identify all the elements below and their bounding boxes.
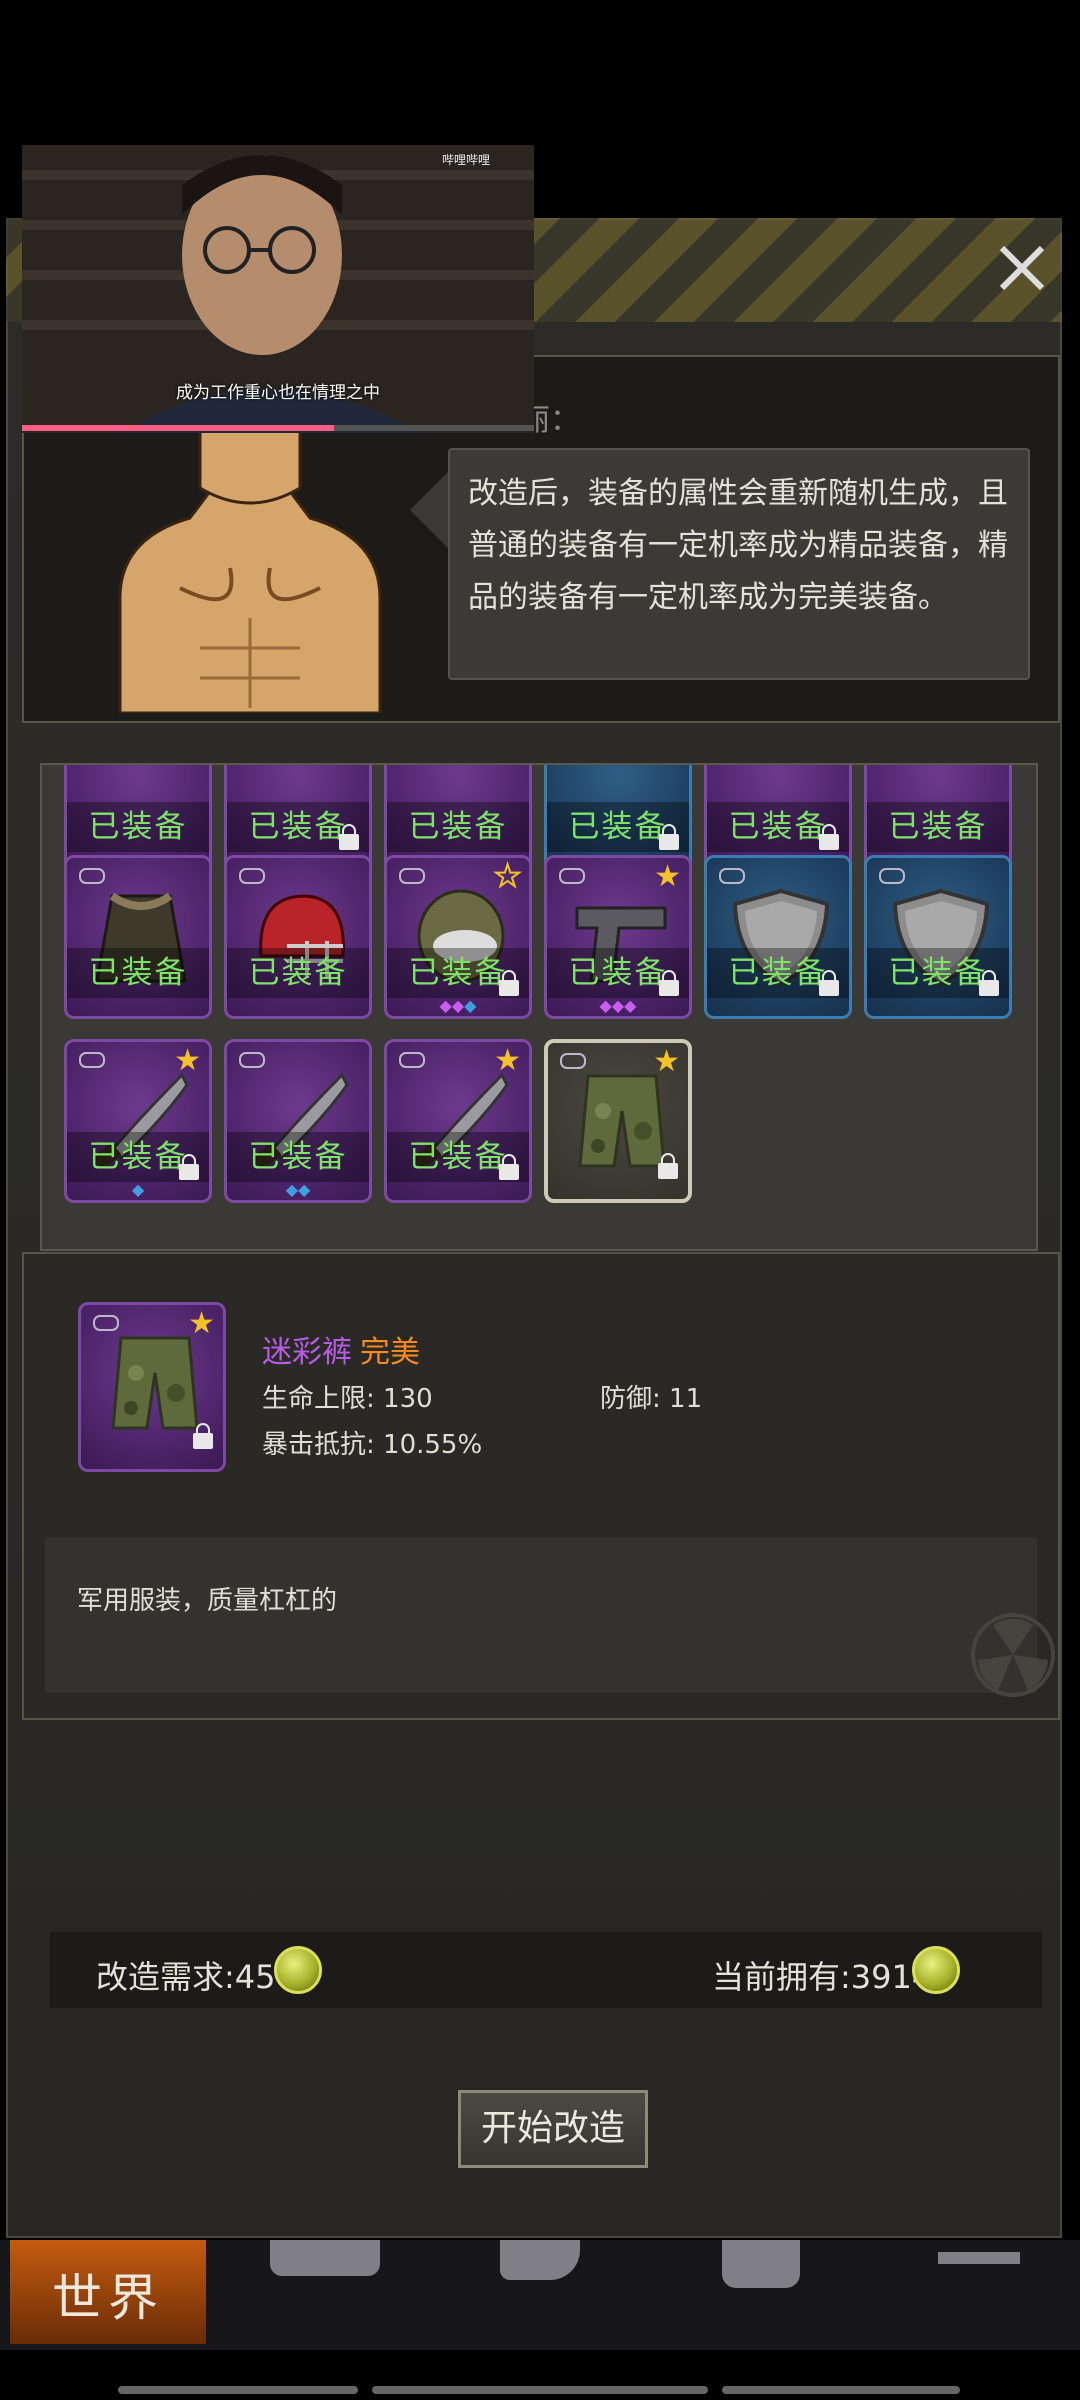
item-name: 迷彩裤 完美 [262,1327,420,1371]
video-caption: 成为工作重心也在情理之中 [176,383,380,403]
star-icon: ★ [653,1044,680,1079]
star-icon: ★ [493,859,522,894]
item-name-text: 迷彩裤 [262,1335,352,1370]
gem-icon: ◆ [439,996,452,1015]
inventory-slot[interactable]: 已装备 [704,855,852,1019]
inventory-slot[interactable]: ★ [544,1039,692,1203]
lock-icon [499,1154,519,1180]
link-icon [560,1053,586,1069]
gem-icon: ◆ [464,996,477,1015]
link-icon [559,868,585,884]
equipped-label: 已装备 [67,802,209,852]
nav-character-icon[interactable] [500,2240,580,2280]
lock-icon [193,1423,213,1449]
item-description: 军用服装，质量杠杠的 [77,1586,338,1616]
link-icon [719,868,745,884]
home-indicator-center [372,2386,708,2394]
refit-cost: 改造需求:45 [96,1958,276,1996]
link-icon [79,1052,105,1068]
camo-pants-icon [578,1074,666,1168]
inventory-slot[interactable]: 已装备 [224,855,372,1019]
owned-currency: 当前拥有:3914 [712,1958,933,1996]
stat-hp: 生命上限: 130 [262,1384,433,1414]
bottle-cap-coin-icon [912,1946,960,1994]
gem-icon: ◆ [611,996,625,1015]
equipped-label: 已装备 [67,948,209,998]
equipped-label: 已装备 [387,802,529,852]
gem-icon: ◆ [624,996,637,1015]
star-icon: ★ [494,1043,521,1078]
gem-icon: ◆ [298,1180,311,1199]
gem-icon: ◆ [285,1180,298,1199]
equipped-label: 已装备 [867,802,1009,852]
inventory-slot[interactable]: ★ 已装备 ◆◆◆ [384,855,532,1019]
nav-tab-world-label: 世界 [52,2269,164,2327]
speech-bubble-tail [410,470,450,550]
npc-portrait [80,416,410,715]
lock-icon [658,1153,678,1179]
inventory-slot[interactable]: 已装备 ◆◆ [224,1039,372,1203]
lock-icon [819,824,839,850]
inventory-slot[interactable]: ★ 已装备 ◆◆◆ [544,855,692,1019]
inventory-slot[interactable]: 已装备 [64,855,212,1019]
lock-icon [339,824,359,850]
bottle-cap-coin-icon [274,1946,322,1994]
camo-pants-icon [111,1336,199,1430]
equipped-label: 已装备 [227,1132,369,1182]
lock-icon [659,824,679,850]
link-icon [239,1052,265,1068]
equipped-label: 已装备 [227,948,369,998]
link-icon [399,1052,425,1068]
inventory-grid[interactable]: 已装备已装备已装备已装备已装备◆◆◆已装备已装备已装备★已装备◆◆◆★已装备◆◆… [40,763,1038,1251]
gem-icon: ◆ [451,996,465,1015]
nav-backpack-icon[interactable] [270,2240,380,2276]
inventory-slot[interactable]: ★ 已装备 [384,1039,532,1203]
inventory-slot[interactable]: 已装备 [864,855,1012,1019]
video-overlay[interactable]: 哔哩哔哩 成为工作重心也在情理之中 [22,145,534,433]
radiation-watermark-icon [971,1613,1055,1697]
lock-icon [819,970,839,996]
link-icon [79,868,105,884]
nav-vehicle-icon[interactable] [938,2252,1020,2264]
star-icon: ★ [174,1043,201,1078]
inventory-slot[interactable]: ★ 已装备 ◆ [64,1039,212,1203]
close-button[interactable] [990,236,1054,300]
gem-sockets: ◆◆◆ [387,998,529,1014]
selected-item-icon: ★ [78,1302,226,1472]
link-icon [399,868,425,884]
link-icon [879,868,905,884]
gem-icon: ◆ [131,1180,145,1199]
item-quality: 完美 [360,1335,420,1370]
npc-speech-bubble: 改造后，装备的属性会重新随机生成，且普通的装备有一定机率成为精品装备，精品的装备… [448,448,1030,680]
gem-icon: ◆ [599,996,612,1015]
bilibili-logo: 哔哩哔哩 [442,153,491,167]
star-icon: ★ [654,859,681,894]
stat-defense: 防御: 11 [600,1384,703,1414]
start-refit-button[interactable]: 开始改造 [458,2090,648,2168]
gem-sockets: ◆ [67,1182,209,1198]
link-icon [93,1315,119,1331]
gem-sockets: ◆◆◆ [547,998,689,1014]
lock-icon [179,1154,199,1180]
close-icon [999,245,1045,291]
lock-icon [499,970,519,996]
lock-icon [659,970,679,996]
stat-crit-resist: 暴击抵抗: 10.55% [262,1430,483,1460]
link-icon [239,868,265,884]
home-indicator-right [722,2386,960,2394]
gem-sockets: ◆◆ [227,1182,369,1198]
home-indicator-left [118,2386,358,2394]
video-progress-bar[interactable] [22,425,334,431]
lock-icon [979,970,999,996]
nav-crafting-icon[interactable] [722,2240,800,2288]
